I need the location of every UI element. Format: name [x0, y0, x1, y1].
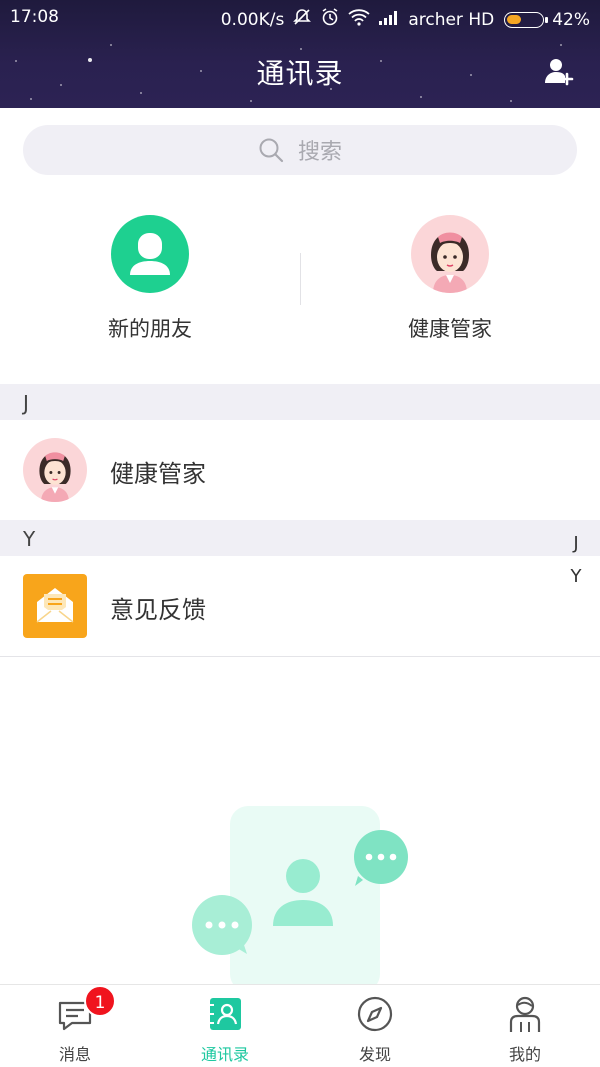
- person-silhouette-icon: [111, 215, 189, 293]
- search-placeholder: 搜索: [297, 140, 342, 165]
- unread-badge: 1: [84, 985, 116, 1017]
- index-letter-y[interactable]: Y: [564, 563, 588, 596]
- network-speed: 0.00K/s: [220, 9, 285, 30]
- status-indicators: 0.00K/s archer HD 42%: [221, 7, 590, 32]
- nav-label: 我的: [508, 1045, 541, 1064]
- compass-icon: [357, 996, 393, 1032]
- contact-name: 健康管家: [110, 460, 206, 488]
- wifi-icon: [348, 8, 370, 31]
- nurse-avatar: [411, 215, 489, 293]
- new-friends-entry[interactable]: 新的朋友: [0, 215, 300, 343]
- app-header: 17:08 0.00K/s archer HD 42% 通讯录: [0, 0, 600, 108]
- section-letter: J: [23, 391, 29, 415]
- signal-icon: [378, 9, 400, 30]
- status-bar: 17:08 0.00K/s archer HD 42%: [0, 0, 600, 36]
- carrier-name: archer HD: [408, 9, 495, 30]
- health-butler-entry[interactable]: 健康管家: [300, 215, 600, 343]
- nav-label: 通讯录: [200, 1045, 249, 1064]
- add-contact-button[interactable]: [544, 56, 574, 86]
- search-icon: [259, 138, 284, 163]
- page-title: 通讯录: [256, 57, 344, 90]
- battery-percent: 42%: [552, 9, 590, 30]
- contacts-book-icon: [208, 998, 241, 1030]
- contacts-illustration: [185, 800, 415, 992]
- profile-icon: [509, 996, 541, 1032]
- search-bar[interactable]: 搜索: [23, 125, 577, 175]
- divider: [0, 656, 600, 657]
- alphabet-index[interactable]: J Y: [564, 530, 588, 596]
- new-friends-label: 新的朋友: [108, 317, 192, 341]
- alarm-icon: [320, 7, 340, 32]
- battery-icon: [504, 11, 549, 28]
- nav-label: 发现: [358, 1045, 391, 1064]
- status-time: 17:08: [10, 7, 59, 27]
- nurse-avatar: [23, 438, 87, 502]
- nav-contacts[interactable]: 通讯录: [150, 985, 300, 1067]
- bottom-navigation: 1 消息 通讯录 发现 我的: [0, 984, 600, 1067]
- contact-row-health-butler[interactable]: 健康管家: [0, 420, 600, 520]
- contact-name: 意见反馈: [110, 596, 206, 624]
- quick-entries: 新的朋友 健康管家: [0, 215, 600, 345]
- health-butler-label: 健康管家: [408, 317, 492, 341]
- nav-label: 消息: [58, 1045, 91, 1064]
- index-letter-j[interactable]: J: [564, 530, 588, 563]
- nav-discover[interactable]: 发现: [300, 985, 450, 1067]
- section-header-j: J: [0, 384, 600, 420]
- section-letter: Y: [23, 527, 36, 551]
- nav-profile[interactable]: 我的: [450, 985, 600, 1067]
- section-header-y: Y: [0, 520, 600, 556]
- envelope-icon: [23, 574, 87, 638]
- mute-bell-icon: [292, 7, 312, 32]
- contact-row-feedback[interactable]: 意见反馈: [0, 556, 600, 656]
- add-user-icon: [545, 59, 574, 86]
- nav-messages[interactable]: 1 消息: [0, 985, 150, 1067]
